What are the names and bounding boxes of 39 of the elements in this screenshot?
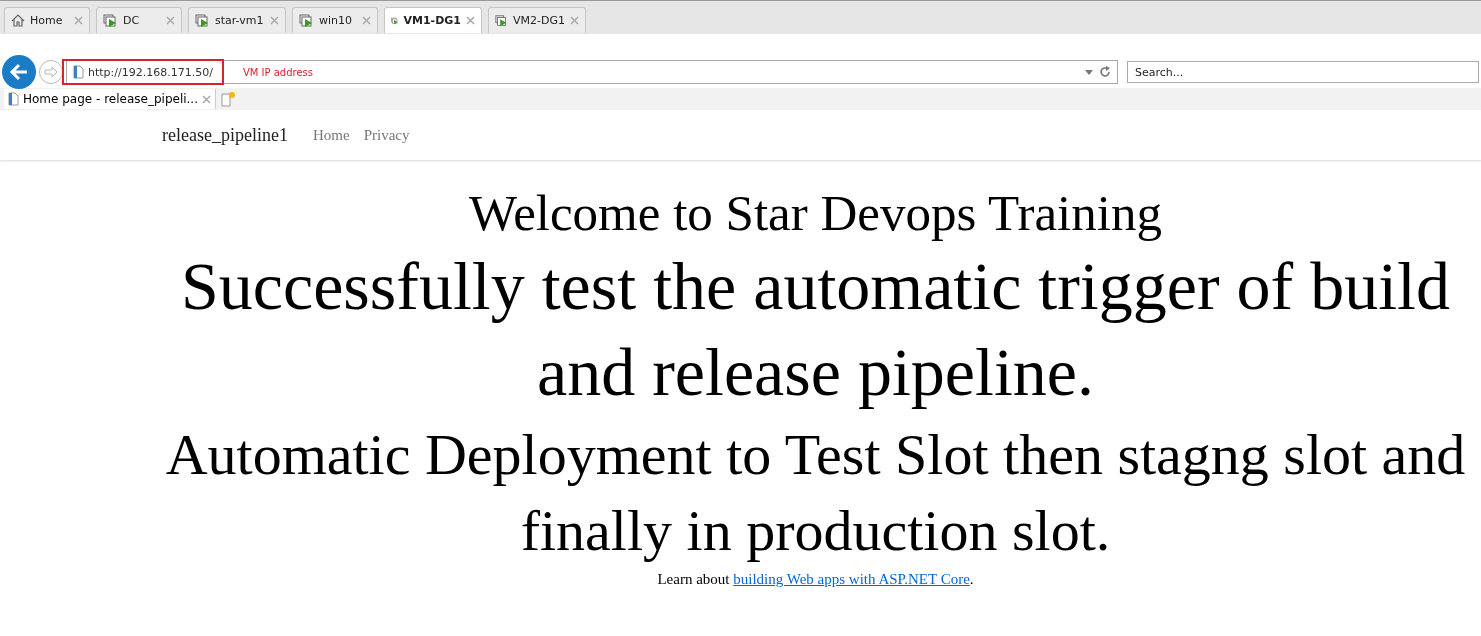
vm-play-icon — [103, 13, 118, 28]
page-icon — [8, 92, 19, 106]
vm-play-icon — [195, 13, 210, 28]
sub-heading: Automatic Deployment to Test Slot then stagng slot and finally in production slot. — [165, 421, 1466, 565]
close-icon[interactable] — [570, 16, 579, 25]
back-button[interactable] — [2, 55, 36, 89]
forward-button[interactable] — [39, 60, 63, 84]
close-icon[interactable] — [202, 94, 211, 104]
welcome-heading: Welcome to Star Devops Training — [468, 184, 1163, 243]
close-icon[interactable] — [270, 16, 279, 25]
annotation-label: VM IP address — [242, 66, 313, 78]
nav-link[interactable]: Home — [312, 126, 350, 144]
vm-tab[interactable]: star-vm1 — [188, 7, 286, 33]
vm-play-icon — [495, 13, 508, 28]
nav-link[interactable]: Privacy — [363, 126, 410, 144]
vm-play-icon — [299, 13, 314, 28]
close-icon[interactable] — [74, 16, 83, 25]
vm-tab[interactable]: win10 — [292, 7, 378, 33]
vm-tab[interactable]: VM1-DG1 — [384, 7, 482, 33]
search-field[interactable]: Search... — [1127, 61, 1479, 83]
vm-tab[interactable]: VM2-DG1 — [488, 7, 586, 33]
browser-tab[interactable]: Home page - release_pipeli... — [4, 89, 216, 109]
page-icon — [73, 65, 84, 79]
refresh-icon[interactable] — [1099, 66, 1111, 78]
url-text: http://192.168.171.50/ — [88, 65, 213, 79]
close-icon[interactable] — [362, 16, 371, 25]
vm-tab[interactable]: Home — [4, 7, 90, 33]
close-icon[interactable] — [466, 16, 475, 25]
learn-text: Learn about building Web apps with ASP.NET Core. — [656, 571, 975, 588]
docs-link[interactable]: building Web apps with ASP.NET Core — [733, 571, 970, 587]
close-icon[interactable] — [166, 16, 175, 25]
home-icon — [11, 14, 25, 27]
new-tab-icon[interactable] — [220, 91, 236, 107]
arrow-left-icon — [9, 63, 29, 81]
main-heading: Successfully test the automatic trigger of build and release pipeline. — [180, 247, 1451, 412]
vm-tab[interactable]: DC — [96, 7, 182, 33]
site-brand[interactable]: release_pipeline1 — [162, 124, 288, 146]
arrow-right-icon — [44, 66, 58, 78]
dropdown-icon[interactable] — [1085, 69, 1093, 75]
